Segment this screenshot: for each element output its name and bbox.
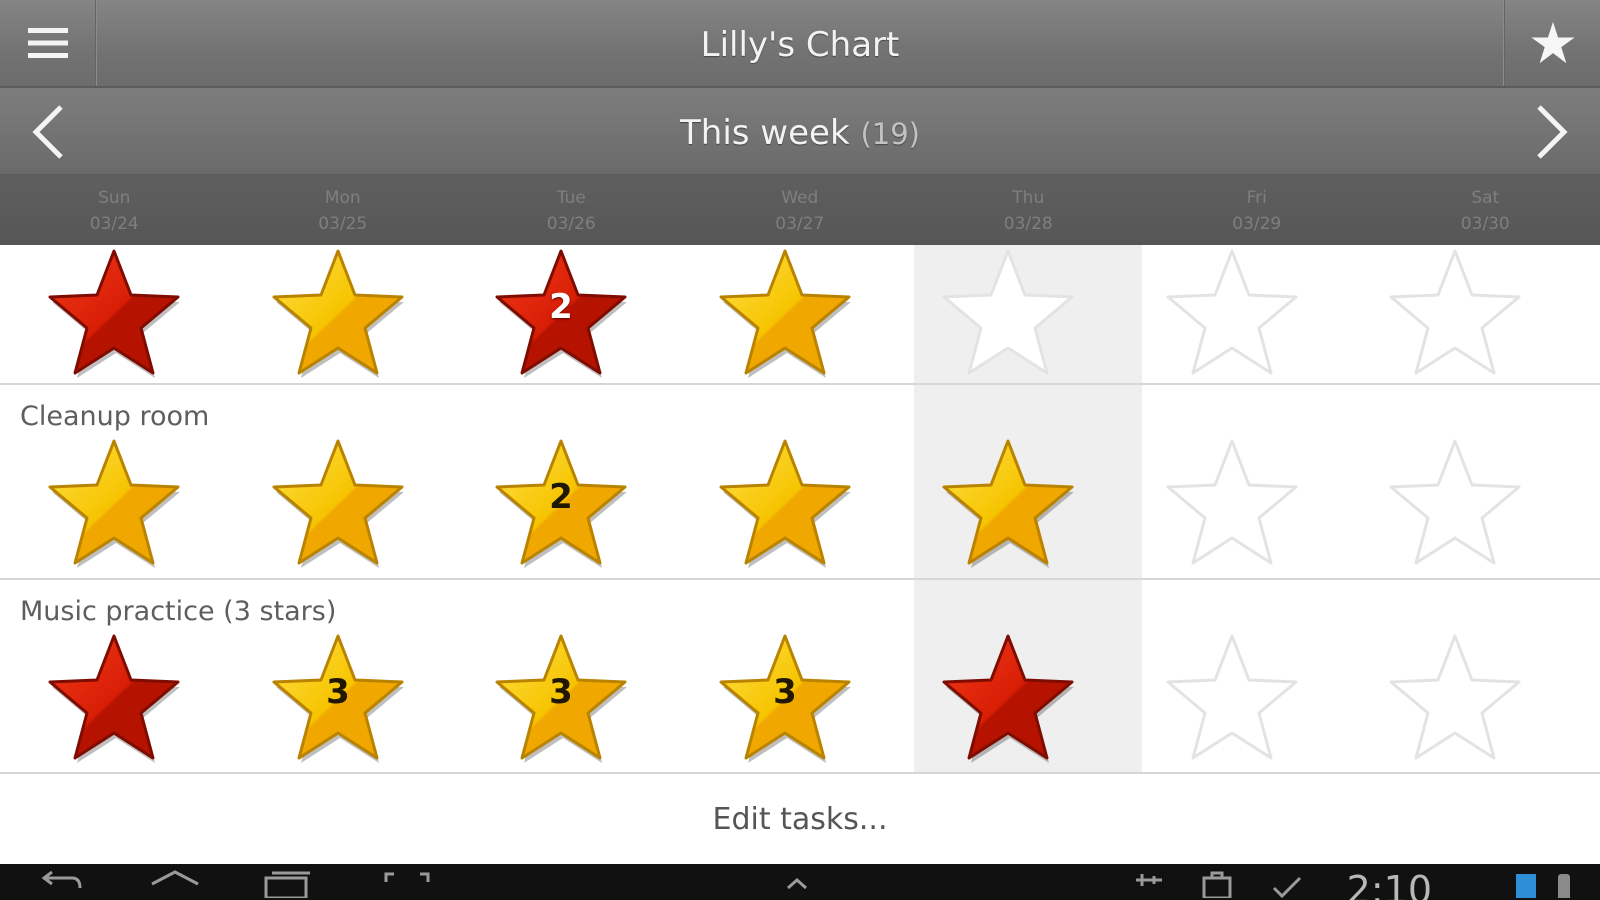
menu-up-icon[interactable] xyxy=(782,868,812,898)
home-icon[interactable] xyxy=(148,868,202,898)
day-date: 03/29 xyxy=(1232,214,1282,234)
app-title: Lilly's Chart xyxy=(700,25,900,65)
star-cell-empty[interactable] xyxy=(1118,435,1346,575)
day-name: Thu xyxy=(1012,188,1045,208)
empty-star-icon xyxy=(1389,634,1521,760)
star-count: 3 xyxy=(549,672,573,712)
week-label: This week xyxy=(680,113,850,153)
wifi-icon xyxy=(1516,874,1536,898)
day-name: Sun xyxy=(98,188,131,208)
star-cell-gold[interactable] xyxy=(224,245,452,385)
day-date: 03/24 xyxy=(89,214,139,234)
star-cell-gold[interactable]: 3 xyxy=(447,630,675,770)
red-star-icon xyxy=(48,634,180,763)
usb-icon xyxy=(1136,874,1162,886)
star-cell-red[interactable]: 2 xyxy=(447,245,675,385)
status-clock: 2:10 xyxy=(1346,868,1432,900)
week-title: This week (19) xyxy=(96,88,1504,175)
gold-star-icon xyxy=(719,249,851,378)
system-navigation-bar: 2:10 xyxy=(0,864,1600,900)
star-cell-gold[interactable] xyxy=(0,435,228,575)
red-star-icon xyxy=(48,249,180,378)
day-column-header: Sun 03/24 xyxy=(0,175,229,245)
day-column-header: Tue 03/26 xyxy=(457,175,686,245)
download-done-icon xyxy=(1272,876,1302,898)
day-name: Tue xyxy=(556,188,586,208)
gold-star-icon xyxy=(48,439,180,568)
day-column-header: Sat 03/30 xyxy=(1371,175,1600,245)
chevron-right-icon xyxy=(1537,104,1568,159)
star-cell-red[interactable] xyxy=(0,245,228,385)
star-cell-empty[interactable] xyxy=(1118,630,1346,770)
day-date: 03/26 xyxy=(546,214,596,234)
star-cell-gold[interactable]: 3 xyxy=(671,630,899,770)
day-name: Wed xyxy=(781,188,819,208)
empty-star-icon xyxy=(1389,249,1521,375)
star-count: 3 xyxy=(326,672,350,712)
task-row: 2 xyxy=(0,245,1600,385)
previous-week-button[interactable] xyxy=(0,88,96,175)
empty-star-icon xyxy=(1166,439,1298,565)
screenshot-icon[interactable] xyxy=(382,868,432,898)
day-column-header: Fri 03/29 xyxy=(1143,175,1372,245)
star-cell-empty[interactable] xyxy=(1118,245,1346,385)
day-date: 03/28 xyxy=(1003,214,1053,234)
star-cell-gold[interactable]: 3 xyxy=(224,630,452,770)
task-label[interactable]: Cleanup room xyxy=(20,401,209,432)
gold-star-icon xyxy=(719,439,851,568)
edit-tasks-button[interactable]: Edit tasks... xyxy=(0,774,1600,864)
empty-star-icon xyxy=(1389,439,1521,565)
star-cell-gold[interactable] xyxy=(224,435,452,575)
star-cell-red[interactable] xyxy=(0,630,228,770)
red-star-icon xyxy=(942,634,1074,763)
menu-button[interactable] xyxy=(0,0,96,86)
star-cell-empty[interactable] xyxy=(1341,245,1569,385)
star-cell-gold[interactable] xyxy=(671,245,899,385)
task-row: Music practice (3 stars) 3 3 3 xyxy=(0,580,1600,774)
star-cell-gold[interactable]: 2 xyxy=(447,435,675,575)
week-star-count: (19) xyxy=(860,117,920,151)
star-icon xyxy=(1530,21,1575,64)
day-name: Mon xyxy=(324,188,361,208)
briefcase-icon xyxy=(1202,871,1232,898)
star-count: 2 xyxy=(549,287,573,327)
empty-star-icon xyxy=(1166,249,1298,375)
day-date: 03/27 xyxy=(775,214,825,234)
gold-star-icon xyxy=(942,439,1074,568)
day-date: 03/30 xyxy=(1460,214,1510,234)
star-cell-empty[interactable] xyxy=(1341,435,1569,575)
gold-star-icon xyxy=(272,439,404,568)
day-date: 03/25 xyxy=(318,214,368,234)
day-name: Sat xyxy=(1471,188,1500,208)
day-column-header: Mon 03/25 xyxy=(229,175,458,245)
recent-apps-icon[interactable] xyxy=(262,868,314,898)
star-cell-empty[interactable] xyxy=(1341,630,1569,770)
back-icon[interactable] xyxy=(38,868,82,898)
star-count: 3 xyxy=(773,672,797,712)
day-column-header: Wed 03/27 xyxy=(686,175,915,245)
star-cell-gold[interactable] xyxy=(671,435,899,575)
battery-icon xyxy=(1558,874,1570,898)
gold-star-icon xyxy=(272,249,404,378)
star-cell-gold[interactable] xyxy=(894,435,1122,575)
menu-icon xyxy=(27,28,68,58)
star-cell-red[interactable] xyxy=(894,630,1122,770)
chevron-left-icon xyxy=(32,104,63,159)
empty-star-icon xyxy=(1166,634,1298,760)
week-navigation: This week (19) xyxy=(0,88,1600,175)
action-bar: Lilly's Chart xyxy=(0,0,1600,88)
empty-star-icon xyxy=(942,249,1074,375)
day-name: Fri xyxy=(1246,188,1267,208)
next-week-button[interactable] xyxy=(1504,88,1600,175)
task-row: Cleanup room 2 xyxy=(0,385,1600,580)
star-cell-empty[interactable] xyxy=(894,245,1122,385)
favorite-button[interactable] xyxy=(1504,0,1600,86)
day-header: Sun 03/24 Mon 03/25 Tue 03/26 Wed 03/27 Thu 0… xyxy=(0,175,1600,245)
star-count: 2 xyxy=(549,477,573,517)
task-label[interactable]: Music practice (3 stars) xyxy=(20,596,336,627)
day-column-header: Thu 03/28 xyxy=(914,175,1143,245)
